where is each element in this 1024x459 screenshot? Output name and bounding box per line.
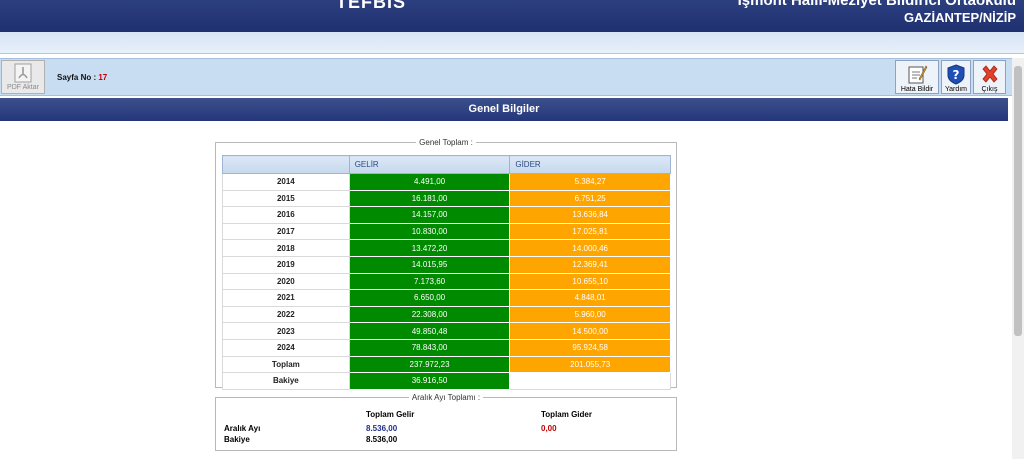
table-row: 2016 14.157,00 13.636,84 [222,206,671,224]
year-cell: 2016 [222,206,350,224]
month-gelir-value: 8.536,00 [366,424,398,433]
gider-cell: 6.751,25 [509,189,671,208]
section-title: Genel Bilgiler [0,98,1008,121]
exit-label: Çıkış [981,86,998,93]
year-cell: 2015 [222,189,350,208]
school-name: İşmont Halil-Meziyet Bildirici Ortaokulu [737,0,1016,9]
help-icon: ? [947,64,965,85]
balance-gelir-cell: 36.916,50 [348,372,511,390]
exit-button[interactable]: Çıkış [973,60,1006,94]
year-cell: 2020 [222,272,350,291]
table-row: 2019 14.015,95 12.369,41 [222,255,671,274]
gider-cell: 14.500,00 [509,322,671,340]
year-cell: 2023 [222,322,350,340]
gider-cell: 5.960,00 [509,305,671,324]
gelir-cell: 6.650,00 [348,289,511,307]
toolbar: PDF Aktar Sayfa No : 17 Hata Bildir ? Ya… [0,58,1012,96]
svg-text:?: ? [953,68,960,82]
scroll-thumb[interactable] [1014,66,1022,336]
year-cell: 2024 [222,338,350,357]
genel-toplam-body: 2014 4.491,00 5.384,27 2015 16.181,00 6.… [222,173,671,390]
table-row: 2022 22.308,00 5.960,00 [222,305,671,324]
gider-cell: 10.655,10 [509,272,671,291]
gelir-cell: 13.472,20 [348,239,511,257]
aralik-toplam-group: Aralık Ayı Toplamı : Toplam Gelir Toplam… [215,393,677,451]
gelir-column-header: GELİR [348,155,511,174]
error-report-label: Hata Bildir [900,86,934,93]
table-header-row: GELİR GİDER [222,155,671,174]
table-row: 2023 49.850,48 14.500,00 [222,322,671,340]
toplam-gider-header: Toplam Gider [541,410,592,419]
table-row: 2014 4.491,00 5.384,27 [222,173,671,191]
gelir-cell: 7.173,60 [348,272,511,291]
total-row: Toplam 237.972,23 201.055,73 [222,355,671,374]
total-gelir-cell: 237.972,23 [348,355,511,374]
toplam-gelir-header: Toplam Gelir [366,410,415,419]
gider-cell: 17.025,81 [509,222,671,241]
header-sub-band [0,32,1024,54]
month-row-label: Aralık Ayı [224,424,261,433]
genel-toplam-table: GELİR GİDER 2014 4.491,00 5.384,27 2015 … [222,155,671,390]
genel-toplam-group: Genel Toplam : GELİR GİDER 2014 4.491,00… [215,138,677,390]
gider-cell: 12.369,41 [509,255,671,274]
year-cell: 2017 [222,222,350,241]
gider-cell: 14.000,46 [509,239,671,257]
gider-column-header: GİDER [509,155,671,174]
aralik-toplam-legend: Aralık Ayı Toplamı : [411,393,481,402]
help-label: Yardım [944,86,968,93]
gider-cell: 95.924,58 [509,338,671,357]
year-cell: 2019 [222,255,350,274]
year-cell: 2018 [222,239,350,257]
table-row: 2024 78.843,00 95.924,58 [222,338,671,357]
error-report-button[interactable]: Hata Bildir [895,60,939,94]
close-icon [981,65,998,83]
year-cell: 2022 [222,305,350,324]
pdf-export-button[interactable]: PDF Aktar [1,60,45,94]
gelir-cell: 14.015,95 [348,255,511,274]
gelir-cell: 14.157,00 [348,206,511,224]
gider-cell: 4.848,01 [509,289,671,307]
pdf-icon [14,63,32,83]
gelir-cell: 78.843,00 [348,338,511,357]
vertical-scrollbar[interactable] [1012,58,1024,459]
balance-label: Bakiye [222,372,350,390]
total-label: Toplam [222,355,350,374]
gelir-cell: 10.830,00 [348,222,511,241]
help-button[interactable]: ? Yardım [941,60,971,94]
page-number-label: Sayfa No : [57,73,97,82]
year-column-header [222,155,350,174]
month-gider-value: 0,00 [541,424,557,433]
top-header: TEFBİS İşmont Halil-Meziyet Bildirici Or… [0,0,1024,32]
gelir-cell: 16.181,00 [348,189,511,208]
school-location: GAZİANTEP/NİZİP [904,10,1016,25]
error-report-icon [908,65,928,84]
page-number-value: 17 [98,73,108,82]
page-number: Sayfa No : 17 [57,73,107,82]
balance-empty-cell [509,372,671,390]
balance-value: 8.536,00 [366,435,398,444]
table-row: 2017 10.830,00 17.025,81 [222,222,671,241]
table-row: 2021 6.650,00 4.848,01 [222,289,671,307]
total-gider-cell: 201.055,73 [509,355,671,374]
table-row: 2020 7.173,60 10.655,10 [222,272,671,291]
pdf-export-label: PDF Aktar [7,84,39,91]
balance-row: Bakiye 36.916,50 [222,372,671,390]
app-title: TEFBİS [336,0,407,12]
table-row: 2018 13.472,20 14.000,46 [222,239,671,257]
gelir-cell: 4.491,00 [348,173,511,191]
year-cell: 2014 [222,173,350,191]
table-row: 2015 16.181,00 6.751,25 [222,189,671,208]
gider-cell: 5.384,27 [509,173,671,191]
gelir-cell: 22.308,00 [348,305,511,324]
year-cell: 2021 [222,289,350,307]
balance-row-label: Bakiye [224,435,250,444]
genel-toplam-legend: Genel Toplam : [419,138,473,147]
gider-cell: 13.636,84 [509,206,671,224]
gelir-cell: 49.850,48 [348,322,511,340]
